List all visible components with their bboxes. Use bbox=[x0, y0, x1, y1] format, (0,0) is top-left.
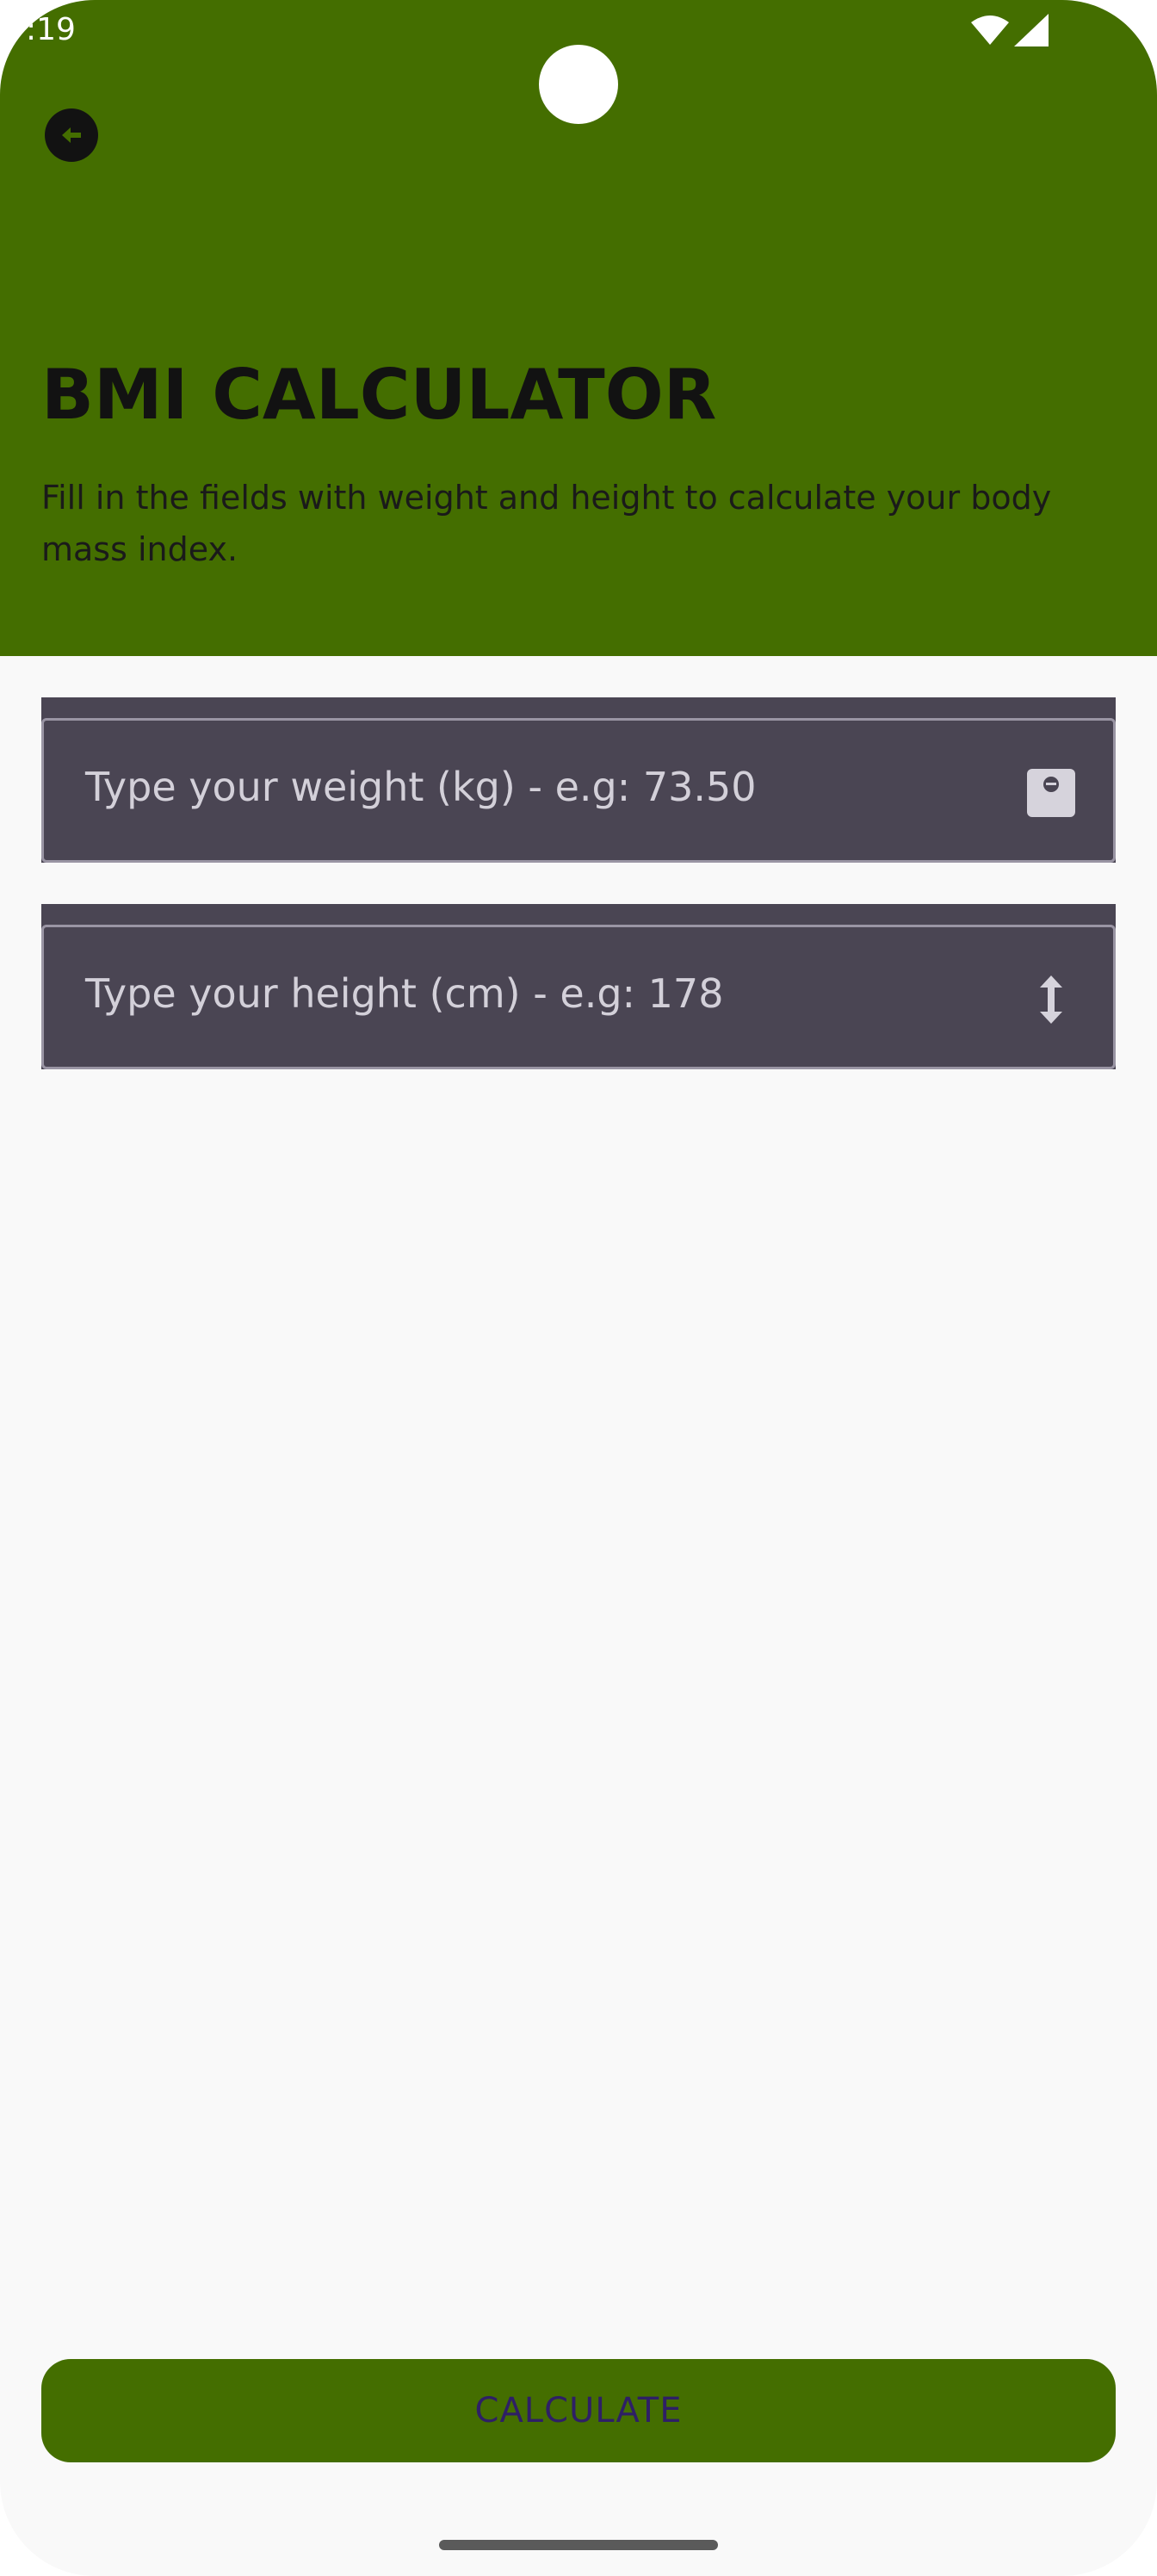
weight-field: Type your weight (kg) - e.g: 73.50 bbox=[41, 697, 1116, 863]
height-input[interactable]: Type your height (cm) - e.g: 178 bbox=[41, 925, 1116, 1069]
app-screen: :19 BMI CALCULATOR Fill in the fields wi… bbox=[0, 0, 1157, 2576]
height-field: Type your height (cm) - e.g: 178 bbox=[41, 904, 1116, 1069]
weight-input[interactable]: Type your weight (kg) - e.g: 73.50 bbox=[41, 718, 1116, 863]
header: :19 BMI CALCULATOR Fill in the fields wi… bbox=[0, 0, 1157, 656]
signal-icon bbox=[1014, 14, 1049, 46]
home-indicator[interactable] bbox=[439, 2540, 718, 2550]
back-button[interactable] bbox=[45, 108, 98, 162]
wifi-icon bbox=[971, 15, 1009, 45]
page-subtitle: Fill in the fields with weight and heigh… bbox=[41, 479, 1052, 568]
height-placeholder: Type your height (cm) - e.g: 178 bbox=[85, 970, 724, 1017]
camera-cutout bbox=[539, 45, 618, 124]
back-arrow-icon bbox=[62, 127, 81, 143]
weight-placeholder: Type your weight (kg) - e.g: 73.50 bbox=[85, 764, 757, 810]
status-time: :19 bbox=[26, 12, 76, 47]
vertical-arrows-icon bbox=[1024, 972, 1079, 1027]
scale-icon bbox=[1024, 765, 1079, 820]
page-title: BMI CALCULATOR bbox=[41, 355, 717, 435]
calculate-button[interactable]: CALCULATE bbox=[41, 2359, 1116, 2462]
